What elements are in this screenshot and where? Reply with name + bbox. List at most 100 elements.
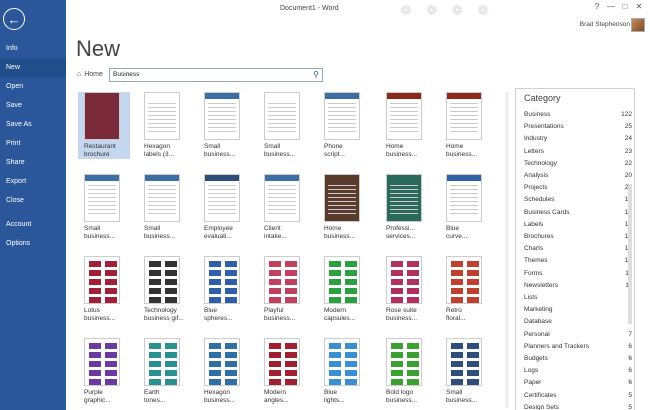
template-tile[interactable]: Home business...	[440, 92, 492, 159]
template-tile[interactable]: Small business...	[138, 174, 190, 241]
nav-item-save-as[interactable]: Save As	[0, 116, 66, 134]
template-label: Purple graphic...	[84, 389, 111, 404]
category-item[interactable]: Brochures12	[524, 231, 632, 243]
template-tile[interactable]: Professi... services...	[380, 174, 432, 241]
category-item[interactable]: Schedules19	[524, 194, 632, 206]
template-tile[interactable]: Blue curve...	[440, 174, 492, 241]
category-name: Analysis	[524, 172, 549, 179]
nav-item-share[interactable]: Share	[0, 154, 66, 172]
template-tile[interactable]: Home business...	[380, 92, 432, 159]
home-icon: ⌂	[77, 71, 82, 78]
category-item[interactable]: Business 122	[524, 109, 632, 121]
template-tile[interactable]: Rose suite business...	[380, 256, 432, 323]
template-tile[interactable]: Hexagon labels (3...	[138, 92, 190, 159]
category-item[interactable]: Letters 23	[524, 146, 632, 158]
template-tile[interactable]: Playful business...	[258, 256, 310, 323]
minimize-icon[interactable]: —	[604, 2, 618, 11]
category-item[interactable]: Analysis 20	[524, 170, 632, 182]
template-thumbnail	[264, 174, 300, 222]
category-item[interactable]: Forms11	[524, 268, 632, 280]
template-thumbnail	[446, 256, 482, 304]
category-item[interactable]: Marketing9	[524, 304, 632, 316]
category-name: Labels	[524, 220, 544, 228]
template-tile[interactable]: Retro floral...	[440, 256, 492, 323]
category-item[interactable]: Database8	[524, 316, 632, 328]
nav-item-open[interactable]: Open	[0, 78, 66, 96]
search-icon[interactable]: ⚲	[313, 69, 319, 81]
category-item[interactable]: Presentations 25	[524, 121, 632, 133]
category-name: Paper	[524, 379, 542, 387]
user-name[interactable]: Brad Stephenson	[580, 21, 630, 28]
template-tile[interactable]: Employee evaluati...	[198, 174, 250, 241]
template-tile[interactable]: Modern capsules...	[318, 256, 370, 323]
category-item[interactable]: Charts12	[524, 243, 632, 255]
avatar[interactable]	[631, 18, 645, 32]
category-item[interactable]: Planners and Trackers 6	[524, 341, 632, 353]
category-name: Forms	[524, 269, 543, 277]
nav-item-account[interactable]: Account	[0, 216, 66, 234]
template-tile[interactable]: Bold logo business...	[380, 338, 432, 405]
template-tile[interactable]: Blue lights...	[318, 338, 370, 405]
nav-item-new[interactable]: New	[0, 59, 66, 77]
category-item[interactable]: Logs 6	[524, 365, 632, 377]
template-tile[interactable]: Lotus business...	[78, 256, 130, 323]
category-item[interactable]: Design Sets 5	[524, 402, 632, 410]
category-item[interactable]: Projects20	[524, 182, 632, 194]
template-tile[interactable]: Blue spheres...	[198, 256, 250, 323]
restore-icon[interactable]: □	[618, 2, 632, 11]
template-tile[interactable]: Technology business gif...	[138, 256, 190, 323]
help-icon[interactable]: ?	[590, 2, 604, 11]
template-tile[interactable]: Modern angles...	[258, 338, 310, 405]
nav-item-options[interactable]: Options	[0, 235, 66, 253]
search-input[interactable]: Business ⚲	[109, 68, 323, 82]
category-item[interactable]: Certificates 5	[524, 390, 632, 402]
nav-item-info[interactable]: Info	[0, 40, 66, 58]
close-icon[interactable]: ✕	[632, 2, 646, 11]
template-tile[interactable]: Client intake...	[258, 174, 310, 241]
template-label: Small business...	[84, 225, 116, 240]
template-label: Home business...	[324, 225, 356, 240]
template-thumbnail	[264, 256, 300, 304]
back-arrow-icon[interactable]: ←	[3, 8, 25, 30]
home-link[interactable]: ⌂ Home	[77, 71, 103, 78]
category-count: 7	[628, 330, 632, 338]
template-tile[interactable]: Small business...	[198, 92, 250, 159]
category-item[interactable]: Industry 24	[524, 133, 632, 145]
nav-item-close[interactable]: Close	[0, 192, 66, 210]
category-item[interactable]: Themes12	[524, 255, 632, 267]
gallery-scrollbar[interactable]	[505, 92, 509, 408]
category-name: Certificates	[524, 391, 557, 399]
category-item[interactable]: Labels16	[524, 219, 632, 231]
category-item[interactable]: Technology 22	[524, 158, 632, 170]
template-tile[interactable]: Small business...	[78, 174, 130, 241]
nav-item-export[interactable]: Export	[0, 173, 66, 191]
template-tile[interactable]: Hexagon business...	[198, 338, 250, 405]
template-tile[interactable]: Phone script...	[318, 92, 370, 159]
category-name: Business	[524, 111, 551, 118]
template-tile[interactable]: Home business...	[318, 174, 370, 241]
category-item[interactable]: Paper 6	[524, 377, 632, 389]
template-tile[interactable]: Earth tones...	[138, 338, 190, 405]
decorative-leaves: ❁❁❁❁	[400, 2, 503, 18]
template-tile[interactable]: Small business...	[258, 92, 310, 159]
home-label: Home	[84, 71, 103, 78]
template-thumbnail	[264, 92, 300, 140]
category-item[interactable]: Personal 7	[524, 329, 632, 341]
nav-item-print[interactable]: Print	[0, 135, 66, 153]
template-tile[interactable]: Purple graphic...	[78, 338, 130, 405]
category-item[interactable]: Budgets 6	[524, 353, 632, 365]
category-scrollbar[interactable]	[628, 184, 632, 324]
template-thumbnail	[324, 92, 360, 140]
template-label: Modern capsules...	[324, 307, 356, 322]
category-item[interactable]: Newsletters11	[524, 280, 632, 292]
category-item[interactable]: Lists9	[524, 292, 632, 304]
category-name: Database	[524, 318, 552, 326]
category-count: 5	[628, 391, 632, 399]
template-tile[interactable]: Small business...	[440, 338, 492, 405]
backstage-nav: ← Info New Open Save Save As Print Share Export…	[0, 0, 66, 410]
template-label: Technology business gif...	[144, 307, 184, 322]
window-title: Document1 - Word	[280, 5, 339, 12]
template-tile[interactable]: Restaurant brochure	[78, 92, 130, 159]
category-item[interactable]: Business Cards18	[524, 207, 632, 219]
nav-item-save[interactable]: Save	[0, 97, 66, 115]
